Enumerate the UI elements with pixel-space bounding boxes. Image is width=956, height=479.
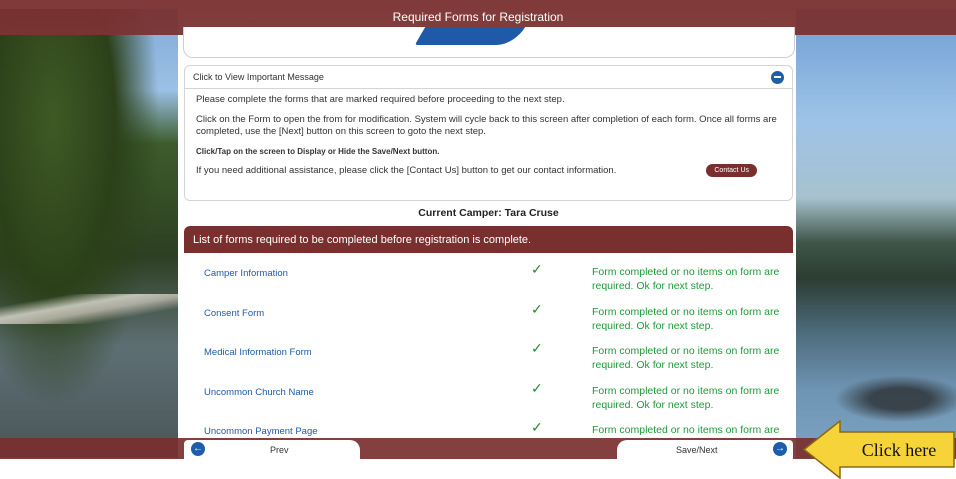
- logo: [414, 27, 526, 45]
- message-text: Please complete the forms that are marke…: [196, 94, 565, 105]
- collapse-icon[interactable]: [771, 70, 784, 84]
- check-icon: ✓: [531, 419, 543, 435]
- click-here-callout: Click here: [802, 420, 956, 479]
- background-photo-left: [0, 9, 178, 458]
- form-link[interactable]: Camper Information: [204, 268, 288, 279]
- message-body: Please complete the forms that are marke…: [185, 89, 792, 182]
- form-link[interactable]: Medical Information Form: [204, 347, 312, 358]
- forms-list-header: List of forms required to be completed b…: [184, 226, 793, 253]
- check-icon: ✓: [531, 261, 543, 277]
- form-status: Form completed or no items on form are r…: [592, 345, 780, 371]
- form-row[interactable]: Camper Information ✓ Form completed or n…: [184, 253, 793, 293]
- form-link[interactable]: Uncommon Church Name: [204, 387, 314, 398]
- check-icon: ✓: [531, 340, 543, 356]
- current-camper: Current Camper: Tara Cruse: [418, 207, 559, 219]
- message-text: If you need additional assistance, pleas…: [196, 164, 617, 176]
- form-row[interactable]: Consent Form ✓ Form completed or no item…: [184, 293, 793, 333]
- page-title: Required Forms for Registration: [392, 10, 564, 24]
- arrow-right-icon: →: [773, 442, 787, 456]
- message-hint: Click/Tap on the screen to Display or Hi…: [196, 147, 440, 156]
- message-text: Click on the Form to open the from for m…: [196, 114, 777, 137]
- check-icon: ✓: [531, 300, 543, 317]
- form-row[interactable]: Uncommon Church Name ✓ Form completed or…: [184, 372, 793, 412]
- form-row[interactable]: Uncommon Payment Page ✓ Form completed o…: [184, 411, 793, 438]
- message-toggle[interactable]: Click to View Important Message: [185, 66, 792, 89]
- contact-us-button[interactable]: Contact Us: [706, 164, 757, 177]
- form-status: Form completed or no items on form are r…: [592, 266, 780, 292]
- background-photo-right: [796, 9, 956, 458]
- check-icon: ✓: [531, 379, 543, 396]
- save-next-button[interactable]: Save/Next →: [617, 440, 793, 459]
- form-row[interactable]: Medical Information Form ✓ Form complete…: [184, 332, 793, 372]
- form-link[interactable]: Consent Form: [204, 308, 264, 319]
- form-status: Form completed or no items on form are r…: [592, 384, 780, 411]
- contact-row: If you need additional assistance, pleas…: [196, 164, 781, 177]
- prev-label: Prev: [270, 445, 289, 455]
- prev-button[interactable]: ← Prev: [184, 440, 360, 459]
- logo-card: [183, 27, 795, 58]
- important-message-panel: Click to View Important Message Please c…: [184, 65, 793, 201]
- arrow-left-icon: ←: [191, 442, 205, 456]
- forms-list-panel: List of forms required to be completed b…: [184, 226, 793, 438]
- form-status: Form completed or no items on form are r…: [592, 305, 780, 332]
- save-next-label: Save/Next: [676, 445, 718, 455]
- callout-text: Click here: [861, 440, 937, 460]
- form-link[interactable]: Uncommon Payment Page: [204, 426, 318, 437]
- form-status: Form completed or no items on form are r…: [592, 424, 780, 436]
- message-toggle-label: Click to View Important Message: [193, 72, 324, 82]
